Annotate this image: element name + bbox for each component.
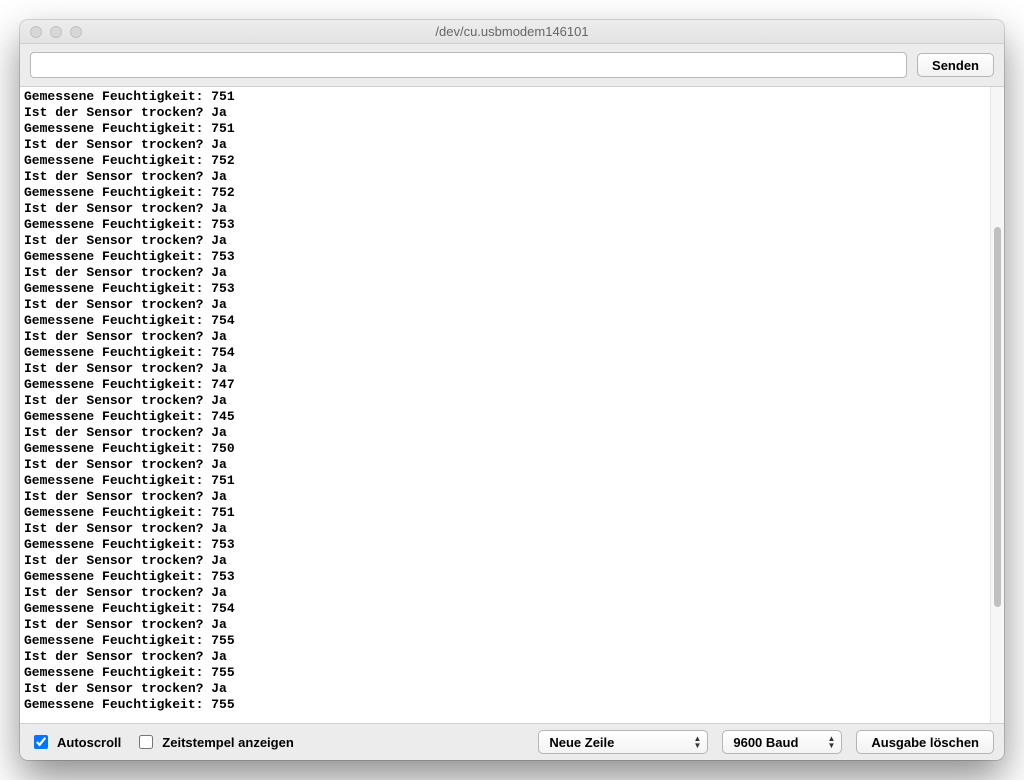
baud-value: 9600 Baud bbox=[733, 735, 798, 750]
scrollbar-thumb[interactable] bbox=[994, 227, 1001, 607]
serial-output: Gemessene Feuchtigkeit: 751 Ist der Sens… bbox=[20, 87, 990, 723]
clear-output-button[interactable]: Ausgabe löschen bbox=[856, 730, 994, 754]
timestamp-input[interactable] bbox=[139, 735, 153, 749]
line-ending-select[interactable]: Neue Zeile ▲▼ bbox=[538, 730, 708, 754]
bottom-toolbar: Autoscroll Zeitstempel anzeigen Neue Zei… bbox=[20, 724, 1004, 760]
scrollbar[interactable] bbox=[990, 87, 1004, 723]
baud-select[interactable]: 9600 Baud ▲▼ bbox=[722, 730, 842, 754]
window-title: /dev/cu.usbmodem146101 bbox=[435, 24, 588, 39]
send-row: Senden bbox=[20, 44, 1004, 86]
autoscroll-checkbox[interactable]: Autoscroll bbox=[30, 732, 121, 752]
autoscroll-label: Autoscroll bbox=[57, 735, 121, 750]
titlebar: /dev/cu.usbmodem146101 bbox=[20, 20, 1004, 44]
close-icon[interactable] bbox=[30, 26, 42, 38]
window-controls bbox=[30, 26, 82, 38]
zoom-icon[interactable] bbox=[70, 26, 82, 38]
updown-icon: ▲▼ bbox=[693, 735, 701, 749]
autoscroll-input[interactable] bbox=[34, 735, 48, 749]
updown-icon: ▲▼ bbox=[827, 735, 835, 749]
console-area: Gemessene Feuchtigkeit: 751 Ist der Sens… bbox=[20, 86, 1004, 724]
timestamp-label: Zeitstempel anzeigen bbox=[162, 735, 293, 750]
minimize-icon[interactable] bbox=[50, 26, 62, 38]
serial-input[interactable] bbox=[30, 52, 907, 78]
send-button[interactable]: Senden bbox=[917, 53, 994, 77]
line-ending-value: Neue Zeile bbox=[549, 735, 614, 750]
serial-monitor-window: /dev/cu.usbmodem146101 Senden Gemessene … bbox=[20, 20, 1004, 760]
timestamp-checkbox[interactable]: Zeitstempel anzeigen bbox=[135, 732, 293, 752]
